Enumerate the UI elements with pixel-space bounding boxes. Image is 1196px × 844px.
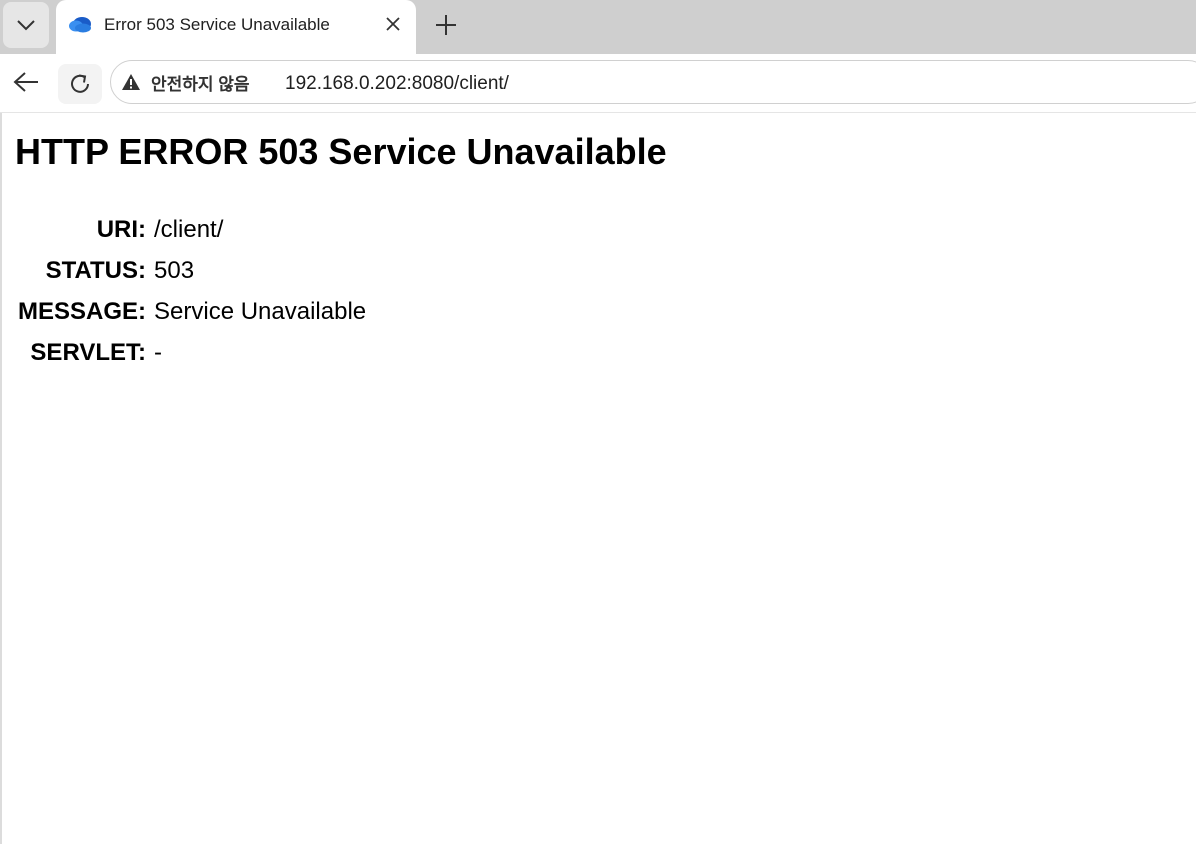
address-bar[interactable]: 안전하지 않음 192.168.0.202:8080/client/ [110,60,1196,104]
new-tab-button[interactable] [428,8,464,42]
table-row: MESSAGE: Service Unavailable [16,291,366,332]
close-icon [386,17,400,31]
tab-strip: Error 503 Service Unavailable [0,0,1196,54]
reload-icon [71,74,89,93]
table-row: STATUS: 503 [16,250,366,291]
cloud-icon [69,17,91,33]
warning-triangle-icon [122,74,140,90]
row-label: STATUS: [45,256,147,284]
tab-title: Error 503 Service Unavailable [104,15,330,34]
row-value: Service Unavailable [154,297,367,325]
security-label: 안전하지 않음 [151,74,250,94]
back-button[interactable] [8,64,44,100]
row-label: MESSAGE: [18,297,147,325]
tab-close-button[interactable] [379,10,407,38]
url-text[interactable]: 192.168.0.202:8080/client/ [285,73,509,95]
active-tab[interactable]: Error 503 Service Unavailable [56,0,416,54]
browser-window: Error 503 Service Unavailable 안전하지 않음 19… [0,0,1196,844]
row-label: URI: [96,215,147,243]
table-row: URI: /client/ [16,209,366,250]
page-title: HTTP ERROR 503 Service Unavailable [15,131,667,172]
reload-button[interactable] [58,64,102,104]
row-value: /client/ [154,215,224,243]
row-value: - [154,338,163,366]
error-details-table: URI: /client/ STATUS: 503 MESSAGE: Servi… [16,209,366,373]
arrow-left-icon [13,72,38,92]
toolbar: 안전하지 않음 192.168.0.202:8080/client/ [0,54,1196,113]
page-content: HTTP ERROR 503 Service Unavailable URI: … [0,113,1196,844]
plus-icon [436,15,456,35]
security-chip[interactable]: 안전하지 않음 [121,69,250,95]
row-value: 503 [154,256,195,284]
table-row: SERVLET: - [16,332,366,373]
tab-search-button[interactable] [3,2,49,48]
chevron-down-icon [17,20,35,31]
row-label: SERVLET: [30,338,147,366]
